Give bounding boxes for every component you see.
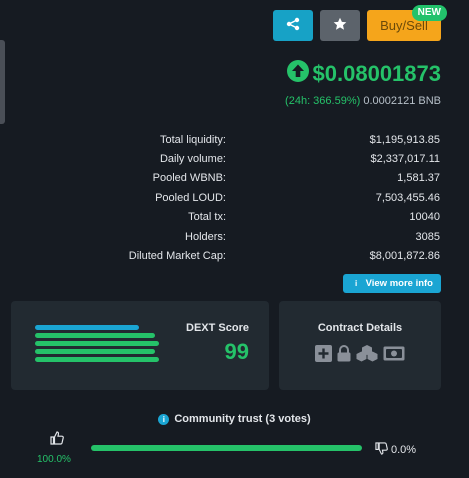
price-display: $0.08001873 — [286, 60, 441, 87]
stat-label: Daily volume: — [159, 153, 226, 166]
stat-row: Diluted Market Cap: $8,001,872.86 — [0, 246, 469, 265]
plus-square-icon — [315, 344, 332, 367]
stat-label: Holders: — [185, 230, 226, 243]
price-value: $0.08001873 — [312, 60, 441, 86]
community-trust-title: Community trust (3 votes) — [174, 413, 311, 425]
lock-icon — [337, 344, 351, 367]
stat-label: Pooled LOUD: — [155, 191, 226, 204]
share-button[interactable] — [273, 10, 313, 41]
price-change: (24h: 366.59%) 0.0002121 BNB — [285, 95, 441, 107]
thumbs-down-icon — [375, 442, 388, 458]
community-trust-header: i Community trust (3 votes) — [0, 413, 469, 425]
thumbs-up-icon — [50, 431, 64, 449]
score-bars-icon — [35, 325, 159, 365]
stats-list: Total liquidity: $1,195,913.85 Daily volu… — [0, 130, 469, 266]
stat-value: 7,503,455.46 — [375, 191, 440, 204]
trust-progress-bar — [91, 445, 362, 451]
favorite-button[interactable] — [320, 10, 360, 41]
thumbs-down-button[interactable]: 0.0% — [375, 442, 416, 458]
stat-label: Pooled WBNB: — [152, 172, 226, 185]
stat-value: 3085 — [415, 230, 440, 243]
stat-value: $8,001,872.86 — [369, 250, 440, 263]
stat-row: Pooled WBNB: 1,581.37 — [0, 169, 469, 188]
stat-value: $2,337,017.11 — [370, 153, 440, 166]
view-more-label: View more info — [365, 278, 433, 289]
new-badge: NEW — [411, 5, 447, 21]
contract-details-title: Contract Details — [317, 322, 403, 334]
stat-row: Pooled LOUD: 7,503,455.46 — [0, 188, 469, 207]
contract-details-card[interactable]: Contract Details — [279, 301, 441, 390]
stat-row: Daily volume: $2,337,017.11 — [0, 149, 469, 168]
stat-value: $1,195,913.85 — [369, 133, 440, 146]
dext-score-card[interactable]: DEXT Score 99 — [11, 301, 269, 390]
thumbs-up-button[interactable] — [50, 431, 64, 450]
dext-score-value: 99 — [224, 339, 249, 364]
scrollbar-handle[interactable] — [0, 40, 5, 124]
star-icon — [333, 17, 347, 34]
contract-icons — [279, 344, 441, 367]
stat-label: Total tx: — [188, 211, 226, 224]
view-more-info-button[interactable]: i View more info — [342, 274, 441, 293]
buy-sell-button[interactable]: Buy/Sell NEW — [367, 5, 447, 41]
info-icon: i — [158, 413, 170, 425]
stat-value: 10040 — [409, 211, 440, 224]
cubes-icon — [356, 344, 378, 367]
stat-row: Total liquidity: $1,195,913.85 — [0, 130, 469, 149]
stat-label: Total liquidity: — [159, 133, 226, 146]
info-icon: i — [350, 278, 362, 289]
stat-label: Diluted Market Cap: — [128, 250, 226, 263]
trust-down-percent: 0.0% — [391, 444, 417, 456]
bnb-value: 0.0002121 BNB — [363, 95, 441, 107]
money-bill-icon — [383, 346, 405, 366]
share-icon — [286, 17, 300, 34]
trust-up-percent: 100.0% — [37, 454, 71, 465]
toolbar: Buy/Sell NEW — [273, 5, 447, 41]
stat-row: Total tx: 10040 — [0, 208, 469, 227]
stat-value: 1,581.37 — [397, 172, 440, 185]
change-percent: (24h: 366.59%) — [285, 95, 361, 107]
dext-score-title: DEXT Score — [186, 322, 249, 334]
arrow-up-circle-icon — [286, 60, 309, 87]
stat-row: Holders: 3085 — [0, 227, 469, 246]
